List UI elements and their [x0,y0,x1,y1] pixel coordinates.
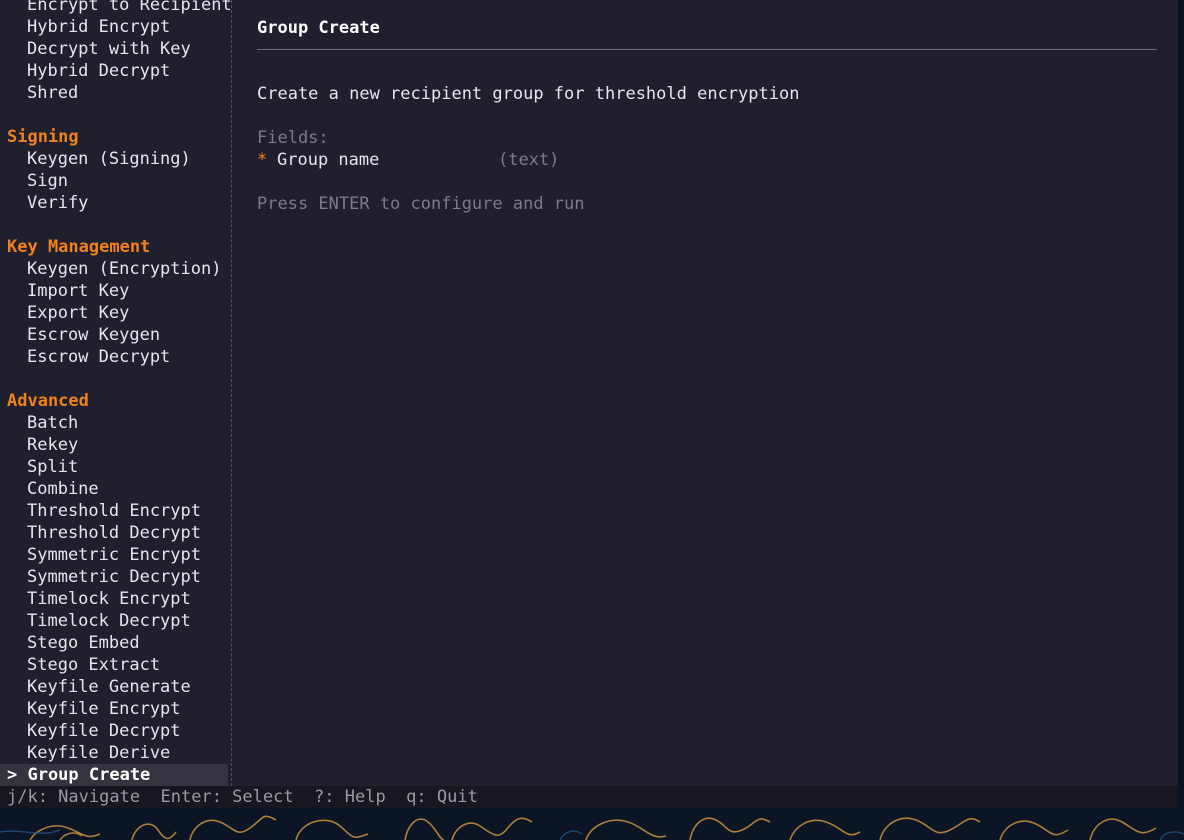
sidebar-item-keygen-encryption[interactable]: Keygen (Encryption) [0,258,221,280]
sidebar-item-sign[interactable]: Sign [0,170,68,192]
command-description: Create a new recipient group for thresho… [257,84,800,104]
sidebar-item-batch[interactable]: Batch [0,412,78,434]
sidebar-item-group-create[interactable]: > Group Create [0,764,228,786]
fields-label: Fields: [257,128,329,148]
sidebar-item-encrypt-to-recipient[interactable]: Encrypt to Recipient [0,0,232,16]
sidebar-item-keygen-signing[interactable]: Keygen (Signing) [0,148,191,170]
sidebar-item-timelock-decrypt[interactable]: Timelock Decrypt [0,610,191,632]
sidebar-item-rekey[interactable]: Rekey [0,434,78,456]
field-name: Group name [277,150,380,170]
sidebar-item-combine[interactable]: Combine [0,478,99,500]
sidebar-item-keyfile-derive[interactable]: Keyfile Derive [0,742,170,764]
sidebar-menu: Encrypt to Recipient Hybrid Encrypt Decryp… [0,0,232,786]
sidebar-item-hybrid-decrypt[interactable]: Hybrid Decrypt [0,60,170,82]
field-row-group-name: * Group name (text) [257,149,657,171]
sidebar-item-decrypt-with-key[interactable]: Decrypt with Key [0,38,191,60]
sidebar-item-threshold-decrypt[interactable]: Threshold Decrypt [0,522,201,544]
sidebar-item-import-key[interactable]: Import Key [0,280,129,302]
sidebar-item-hybrid-encrypt[interactable]: Hybrid Encrypt [0,16,170,38]
sidebar-item-keyfile-generate[interactable]: Keyfile Generate [0,676,191,698]
sidebar-item-stego-embed[interactable]: Stego Embed [0,632,140,654]
detail-panel: Group Create Create a new recipient grou… [257,0,1157,786]
sidebar-item-threshold-encrypt[interactable]: Threshold Encrypt [0,500,201,522]
title-rule [257,49,1157,50]
sidebar-item-shred[interactable]: Shred [0,82,78,104]
sidebar-item-symmetric-decrypt[interactable]: Symmetric Decrypt [0,566,201,588]
sidebar-item-timelock-encrypt[interactable]: Timelock Encrypt [0,588,191,610]
status-bar: j/k: Navigate Enter: Select ?: Help q: Q… [0,786,1178,808]
sidebar-item-keyfile-encrypt[interactable]: Keyfile Encrypt [0,698,181,720]
required-marker: * [257,150,268,170]
sidebar-section-signing: Signing [7,127,79,147]
sidebar-item-export-key[interactable]: Export Key [0,302,129,324]
window-edge [1178,0,1184,840]
sidebar-item-escrow-decrypt[interactable]: Escrow Decrypt [0,346,170,368]
sidebar-item-verify[interactable]: Verify [0,192,88,214]
page-title: Group Create [257,18,380,38]
sidebar-item-symmetric-encrypt[interactable]: Symmetric Encrypt [0,544,201,566]
sidebar-item-escrow-keygen[interactable]: Escrow Keygen [0,324,160,346]
sidebar-item-split[interactable]: Split [0,456,78,478]
desktop-wallpaper [0,808,1184,840]
sidebar-item-keyfile-decrypt[interactable]: Keyfile Decrypt [0,720,181,742]
sidebar-divider [231,0,232,786]
sidebar-item-stego-extract[interactable]: Stego Extract [0,654,160,676]
sidebar-section-advanced: Advanced [7,391,89,411]
field-type: (text) [498,150,560,170]
sidebar-section-key-management: Key Management [7,237,151,257]
run-hint: Press ENTER to configure and run [257,194,585,214]
terminal-window: Encrypt to Recipient Hybrid Encrypt Decryp… [0,0,1178,808]
topographic-pattern [0,815,1184,840]
